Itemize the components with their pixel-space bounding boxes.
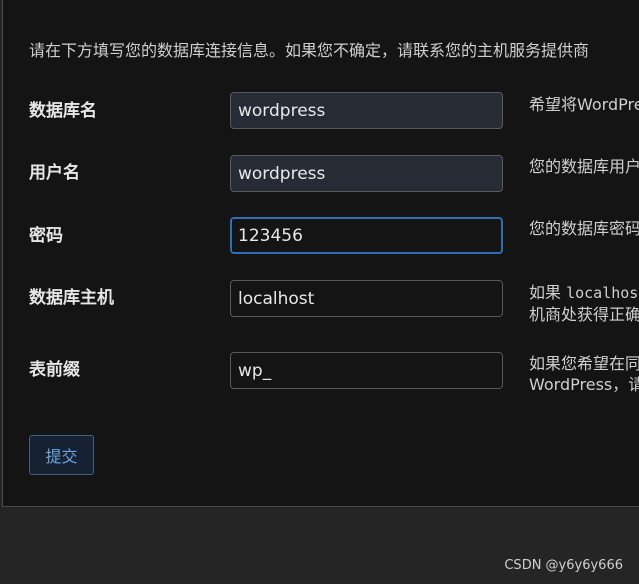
db-name-desc: 希望将WordPress [529,95,639,114]
watermark: CSDN @y6y6y666 [504,558,623,573]
password-desc: 您的数据库密码 [529,219,639,238]
db-host-desc-code: localhost [566,284,639,302]
table-prefix-desc: 如果您希望在同 WordPress，请 [529,353,639,395]
table-prefix-label: 表前缀 [29,360,80,380]
db-host-desc-line2: 机商处获得正确 [529,305,639,324]
password-label: 密码 [29,226,63,246]
username-label: 用户名 [29,163,80,183]
db-host-label: 数据库主机 [29,288,114,308]
db-host-input[interactable] [230,280,503,317]
username-input[interactable] [230,155,503,192]
db-name-label: 数据库名 [29,101,97,121]
table-prefix-desc-line2: WordPress，请 [529,375,639,394]
table-prefix-input[interactable] [230,352,503,389]
db-host-desc: 如果 localhost 机商处获得正确 [529,282,639,325]
setup-panel: 请在下方填写您的数据库连接信息。如果您不确定，请联系您的主机服务提供商 数据库名… [2,0,639,507]
db-name-input[interactable] [230,92,503,129]
db-host-desc-prefix: 如果 [529,283,567,302]
password-input[interactable] [230,217,503,254]
submit-button[interactable]: 提交 [29,435,94,475]
intro-text: 请在下方填写您的数据库连接信息。如果您不确定，请联系您的主机服务提供商 [29,41,590,60]
username-desc: 您的数据库用户名 [529,157,639,176]
table-prefix-desc-line1: 如果您希望在同 [529,354,639,373]
